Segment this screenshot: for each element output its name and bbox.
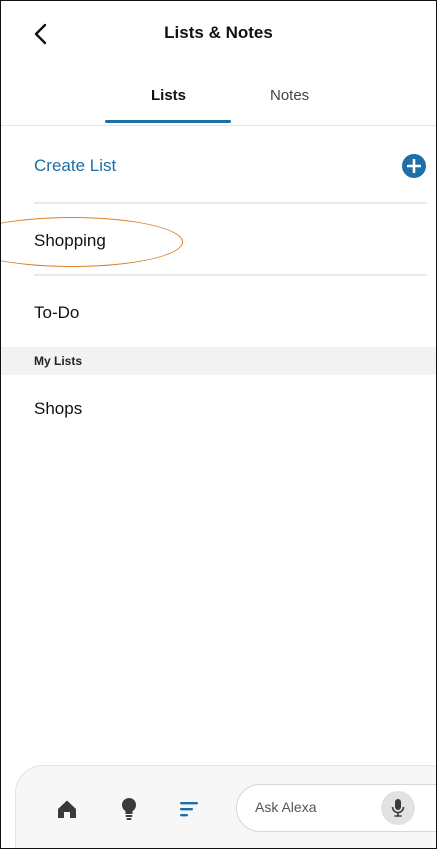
create-list-row[interactable]: Create List [1, 127, 436, 203]
tab-selected-indicator [105, 120, 231, 123]
tab-bar: Lists Notes [1, 73, 436, 126]
ask-alexa-placeholder: Ask Alexa [255, 799, 317, 815]
plus-circle-icon [407, 159, 421, 173]
list-item-label: To-Do [34, 303, 80, 322]
section-header-label: My Lists [34, 354, 83, 368]
divider [34, 274, 427, 276]
header: Lists & Notes [1, 1, 436, 67]
create-list-label: Create List [34, 156, 117, 175]
home-icon [58, 800, 76, 818]
list-item-label: Shops [34, 399, 83, 418]
list-item-shops[interactable]: Shops [1, 375, 436, 445]
bottom-nav: Ask Alexa [15, 765, 436, 848]
microphone-button[interactable] [381, 791, 415, 825]
tab-lists[interactable]: Lists [151, 87, 186, 104]
nav-lists-button[interactable] [172, 792, 206, 826]
list-item-label: Shopping [34, 231, 106, 250]
lightbulb-icon [122, 798, 136, 820]
nav-home-button[interactable] [50, 792, 84, 826]
microphone-icon [391, 799, 405, 817]
add-list-button[interactable] [402, 154, 426, 178]
nav-devices-button[interactable] [112, 792, 146, 826]
ask-alexa-input[interactable]: Ask Alexa [236, 784, 436, 832]
tab-notes[interactable]: Notes [270, 87, 309, 104]
list-item-shopping[interactable]: Shopping [1, 205, 436, 275]
lists-icon [180, 802, 198, 817]
list-item-to-do[interactable]: To-Do [1, 277, 436, 347]
section-header-my-lists: My Lists [1, 347, 436, 375]
app-screen: Lists & Notes Lists Notes Create List Sh… [0, 0, 437, 849]
page-title: Lists & Notes [164, 23, 273, 42]
divider [34, 202, 427, 204]
